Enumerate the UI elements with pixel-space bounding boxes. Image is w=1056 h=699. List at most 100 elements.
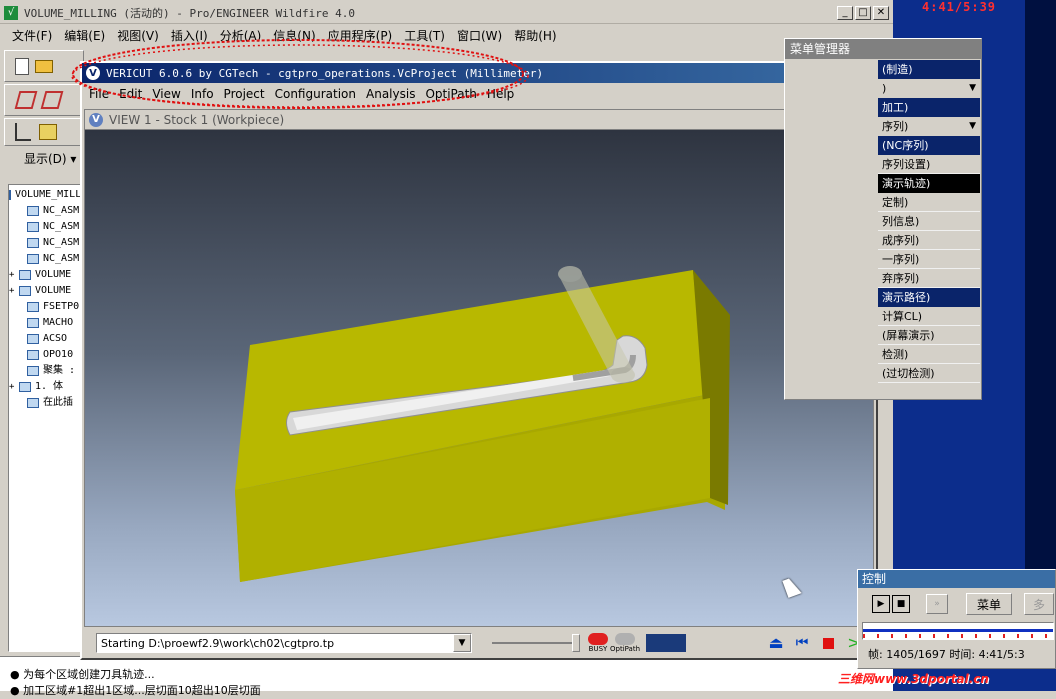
menu-manager-item-label: (屏幕演示) xyxy=(882,329,935,342)
tree-node-icon xyxy=(27,318,39,328)
menu-manager-item[interactable]: 定制) xyxy=(878,193,980,212)
tree-item[interactable]: VOLUME_MILLING xyxy=(9,187,87,203)
annotation-ellipse xyxy=(71,39,529,109)
control-more-button[interactable]: 多 xyxy=(1024,593,1054,615)
menu-manager-item[interactable]: 检测) xyxy=(878,345,980,364)
tree-item-label: VOLUME xyxy=(35,285,72,296)
menu-manager-item-label: ) xyxy=(882,82,887,95)
tree-node-icon xyxy=(19,286,31,296)
model-tree-icon[interactable] xyxy=(15,123,31,141)
tree-item-label: NC_ASM xyxy=(43,221,80,232)
minimize-button[interactable]: _ xyxy=(837,5,853,20)
tree-item-label: FSETP0 xyxy=(43,301,80,312)
menu-manager-item-label: (NC序列) xyxy=(882,139,929,152)
menu-manager-item-label: 定制) xyxy=(882,196,909,209)
tree-item[interactable]: 聚集 : xyxy=(9,363,87,379)
chevron-down-icon[interactable]: ▼ xyxy=(969,79,976,98)
right-dark-strip xyxy=(1025,0,1056,575)
menu-manager-item[interactable]: 弃序列) xyxy=(878,269,980,288)
menu-manager-item[interactable]: 列信息) xyxy=(878,212,980,231)
chevron-down-icon[interactable]: ▼ xyxy=(969,117,976,136)
menu-manager-item-label: 列信息) xyxy=(882,215,920,228)
tree-item[interactable]: 在此插 xyxy=(9,395,87,411)
graphics-viewport[interactable] xyxy=(85,130,873,626)
menu-manager-item[interactable]: (屏幕演示) xyxy=(878,326,980,345)
tree-item[interactable]: NC_ASM xyxy=(9,251,87,267)
maximize-button[interactable]: □ xyxy=(855,5,871,20)
menu-manager-titlebar: 菜单管理器 xyxy=(785,39,981,59)
busy-indicator: BUSY xyxy=(588,633,608,653)
proe-toolbar-3 xyxy=(4,118,84,146)
tree-item-label: NC_ASM xyxy=(43,237,80,248)
speed-slider-thumb[interactable] xyxy=(572,634,580,652)
control-titlebar: 控制 xyxy=(858,570,1055,588)
menu-manager-item[interactable]: 序列) ▼ xyxy=(878,117,980,136)
tree-node-icon xyxy=(27,254,39,264)
clock-readout: 4:41/5:39 xyxy=(922,0,997,14)
menu-manager-item[interactable]: 计算CL) xyxy=(878,307,980,326)
tree-item-label: NC_ASM xyxy=(43,253,80,264)
menu-manager-item-label: 演示路径) xyxy=(882,291,931,304)
stop-step-button[interactable]: ■ xyxy=(892,595,910,613)
optipath-indicator: OptiPath xyxy=(610,633,640,653)
tree-node-icon xyxy=(27,350,39,360)
status-dropdown-arrow[interactable]: ▼ xyxy=(453,634,471,652)
control-menu-button[interactable]: 菜单 xyxy=(966,593,1012,615)
control-window: 控制 ▶ ■ » 菜单 多 帧: 1405/1697 时间: 4:41/5:3 xyxy=(857,569,1056,669)
stop-icon[interactable] xyxy=(818,634,838,652)
play-step-button[interactable]: ▶ xyxy=(872,595,890,613)
proe-menu-item[interactable]: 文件(F) xyxy=(6,27,58,45)
progress-bar xyxy=(646,634,687,652)
menu-manager-rows: (制造)) ▼ 加工) 序列) ▼ (NC序列) 序列设置) 演示轨迹) 定制) 列信息) 成序列)… xyxy=(878,60,980,383)
tree-expand-icon[interactable]: + xyxy=(9,379,19,395)
tree-node-icon xyxy=(27,206,39,216)
eject-icon[interactable]: ⏏ xyxy=(766,634,786,652)
menu-manager-item[interactable]: (NC序列) xyxy=(878,136,980,155)
tree-node-icon xyxy=(27,238,39,248)
message-line: ● 为每个区域创建刀具轨迹... xyxy=(10,668,155,681)
menu-manager-item[interactable]: ) ▼ xyxy=(878,79,980,98)
tree-item[interactable]: +1. 体 xyxy=(9,379,87,395)
status-path-field[interactable]: Starting D:\proewf2.9\work\ch02\cgtpro.t… xyxy=(96,633,472,653)
control-timeline[interactable] xyxy=(862,622,1054,640)
menu-manager-item[interactable]: (制造) xyxy=(878,60,980,79)
tree-item[interactable]: MACHO xyxy=(9,315,87,331)
busy-light-icon xyxy=(588,633,608,645)
menu-manager-item[interactable]: 成序列) xyxy=(878,231,980,250)
menu-manager-item[interactable]: 一序列) xyxy=(878,250,980,269)
frame-time-label: 帧: 1405/1697 时间: 4:41/5:3 xyxy=(868,648,1025,661)
menu-manager-item-label: 序列设置) xyxy=(882,158,931,171)
tree-expand-icon[interactable]: + xyxy=(9,283,19,299)
tree-item[interactable]: NC_ASM xyxy=(9,203,87,219)
datum-plane-icon[interactable] xyxy=(14,91,38,109)
display-dropdown[interactable]: 显示(D) ▾ xyxy=(24,150,76,167)
menu-manager-item[interactable]: (过切检测) xyxy=(878,364,980,383)
menu-manager-item[interactable]: 演示轨迹) xyxy=(878,174,980,193)
speed-slider[interactable] xyxy=(492,634,580,652)
tree-item-label: MACHO xyxy=(43,317,74,328)
rewind-icon[interactable]: ⏮ xyxy=(792,634,812,652)
menu-manager-item[interactable]: 序列设置) xyxy=(878,155,980,174)
fast-forward-button[interactable]: » xyxy=(926,594,948,614)
workpiece-3d-view xyxy=(235,266,730,582)
tree-item[interactable]: NC_ASM xyxy=(9,219,87,235)
menu-manager-item[interactable]: 加工) xyxy=(878,98,980,117)
layers-icon[interactable] xyxy=(39,124,57,140)
tree-item[interactable]: FSETP0 xyxy=(9,299,87,315)
tree-item-label: 聚集 : xyxy=(43,365,76,376)
model-tree: VOLUME_MILLING NC_ASM NC_ASM NC_ASM NC_ASM + V… xyxy=(8,184,88,652)
tree-item[interactable]: OPO10 xyxy=(9,347,87,363)
tree-expand-icon[interactable]: + xyxy=(9,267,19,283)
new-file-icon[interactable] xyxy=(15,57,29,75)
tree-item[interactable]: NC_ASM xyxy=(9,235,87,251)
tree-item[interactable]: ACSO xyxy=(9,331,87,347)
open-folder-icon[interactable] xyxy=(35,59,53,73)
tree-item-label: VOLUME_MILLING xyxy=(15,189,87,200)
close-button[interactable]: ✕ xyxy=(873,5,889,20)
tree-item[interactable]: + VOLUME xyxy=(9,283,87,299)
tree-node-icon xyxy=(27,334,39,344)
tree-node-icon xyxy=(19,382,31,392)
menu-manager-item[interactable]: 演示路径) xyxy=(878,288,980,307)
tree-item[interactable]: + VOLUME xyxy=(9,267,87,283)
tree-item-label: VOLUME xyxy=(35,269,72,280)
